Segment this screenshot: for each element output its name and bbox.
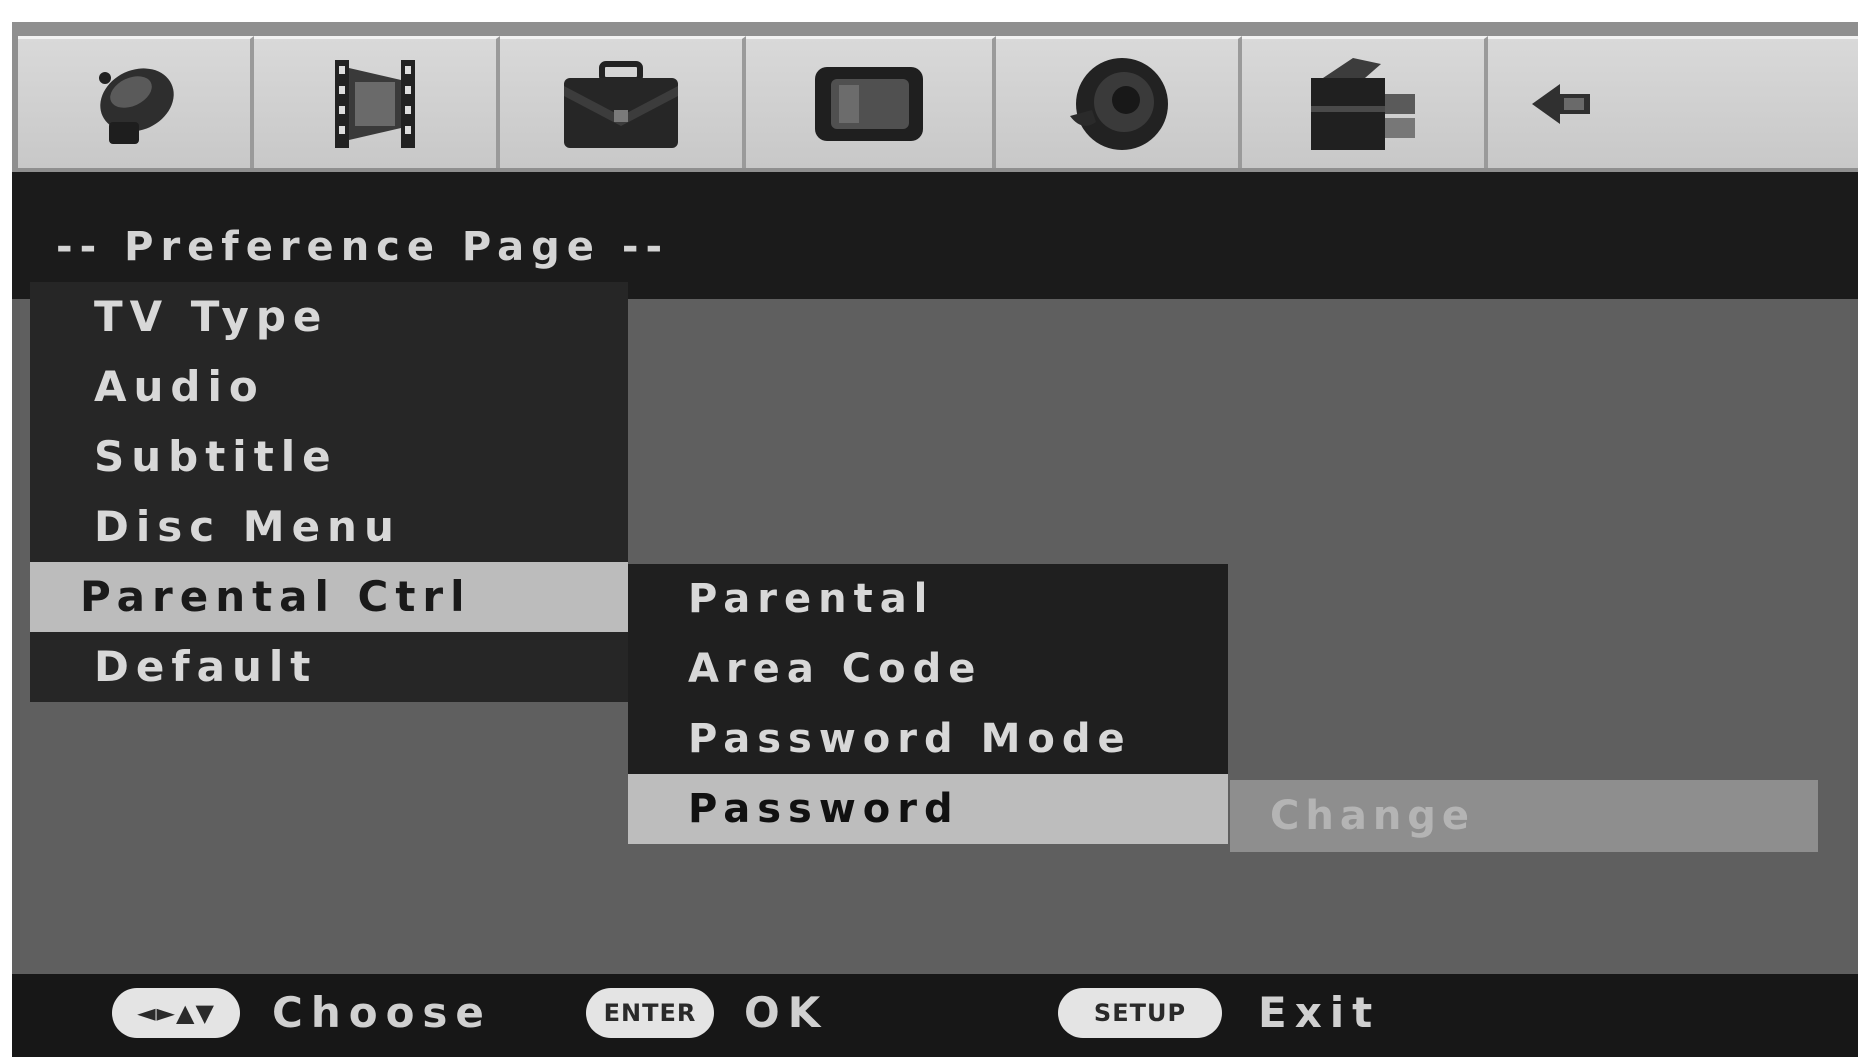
tab-exit[interactable] <box>1488 36 1858 168</box>
footer-hints: ◄►▲▼ Choose ENTER OK SETUP Exit <box>12 974 1858 1057</box>
submenu-item-label: Password <box>688 786 960 832</box>
toolbox-icon <box>1311 57 1415 150</box>
tab-preference[interactable] <box>500 36 746 168</box>
submenu-item-label: Parental <box>688 576 935 622</box>
tab-general[interactable] <box>18 36 254 168</box>
menu-item-audio[interactable]: Audio <box>30 352 628 422</box>
tab-video[interactable] <box>254 36 500 168</box>
menu-item-parental-ctrl[interactable]: Parental Ctrl <box>30 562 628 632</box>
setup-key: SETUP <box>1058 988 1222 1038</box>
parental-submenu: Parental Area Code Password Mode Passwor… <box>628 564 1228 844</box>
menu-item-label: Disc Menu <box>94 502 401 551</box>
tv-screen-icon <box>815 66 923 141</box>
menu-item-disc-menu[interactable]: Disc Menu <box>30 492 628 562</box>
main-menu: TV Type Audio Subtitle Disc Menu Parenta… <box>30 282 628 702</box>
page-title: -- Preference Page -- <box>56 224 670 270</box>
menu-item-label: Default <box>94 642 318 691</box>
submenu-item-label: Area Code <box>688 646 983 692</box>
menu-item-label: Subtitle <box>94 432 338 481</box>
hint-label: Choose <box>272 988 492 1037</box>
menu-item-tv-type[interactable]: TV Type <box>30 282 628 352</box>
arrow-left-icon <box>1532 83 1590 124</box>
page-header: -- Preference Page -- <box>12 172 1858 299</box>
film-strip-icon <box>335 59 415 148</box>
satellite-dish-icon <box>99 67 174 144</box>
arrows-key: ◄►▲▼ <box>112 988 240 1038</box>
hint-label: OK <box>744 988 829 1037</box>
osd-screen: -- Preference Page -- TV Type Audio Subt… <box>12 22 1858 1057</box>
menu-item-label: Audio <box>94 362 265 411</box>
menu-item-default[interactable]: Default <box>30 632 628 702</box>
tab-bar <box>12 22 1858 172</box>
menu-item-label: TV Type <box>94 292 329 341</box>
submenu-item-area-code[interactable]: Area Code <box>628 634 1228 704</box>
menu-item-subtitle[interactable]: Subtitle <box>30 422 628 492</box>
tab-audio[interactable] <box>996 36 1242 168</box>
password-option-change[interactable]: Change <box>1230 780 1818 852</box>
submenu-item-password-mode[interactable]: Password Mode <box>628 704 1228 774</box>
hint-label: Exit <box>1258 988 1381 1037</box>
submenu-item-parental[interactable]: Parental <box>628 564 1228 634</box>
tab-setup[interactable] <box>1242 36 1488 168</box>
submenu-item-password[interactable]: Password <box>628 774 1228 844</box>
enter-key: ENTER <box>586 988 714 1038</box>
tab-display[interactable] <box>746 36 996 168</box>
submenu-item-label: Password Mode <box>688 716 1132 762</box>
menu-item-label: Parental Ctrl <box>80 572 472 621</box>
briefcase-icon <box>564 60 678 148</box>
speaker-icon <box>1070 57 1168 150</box>
